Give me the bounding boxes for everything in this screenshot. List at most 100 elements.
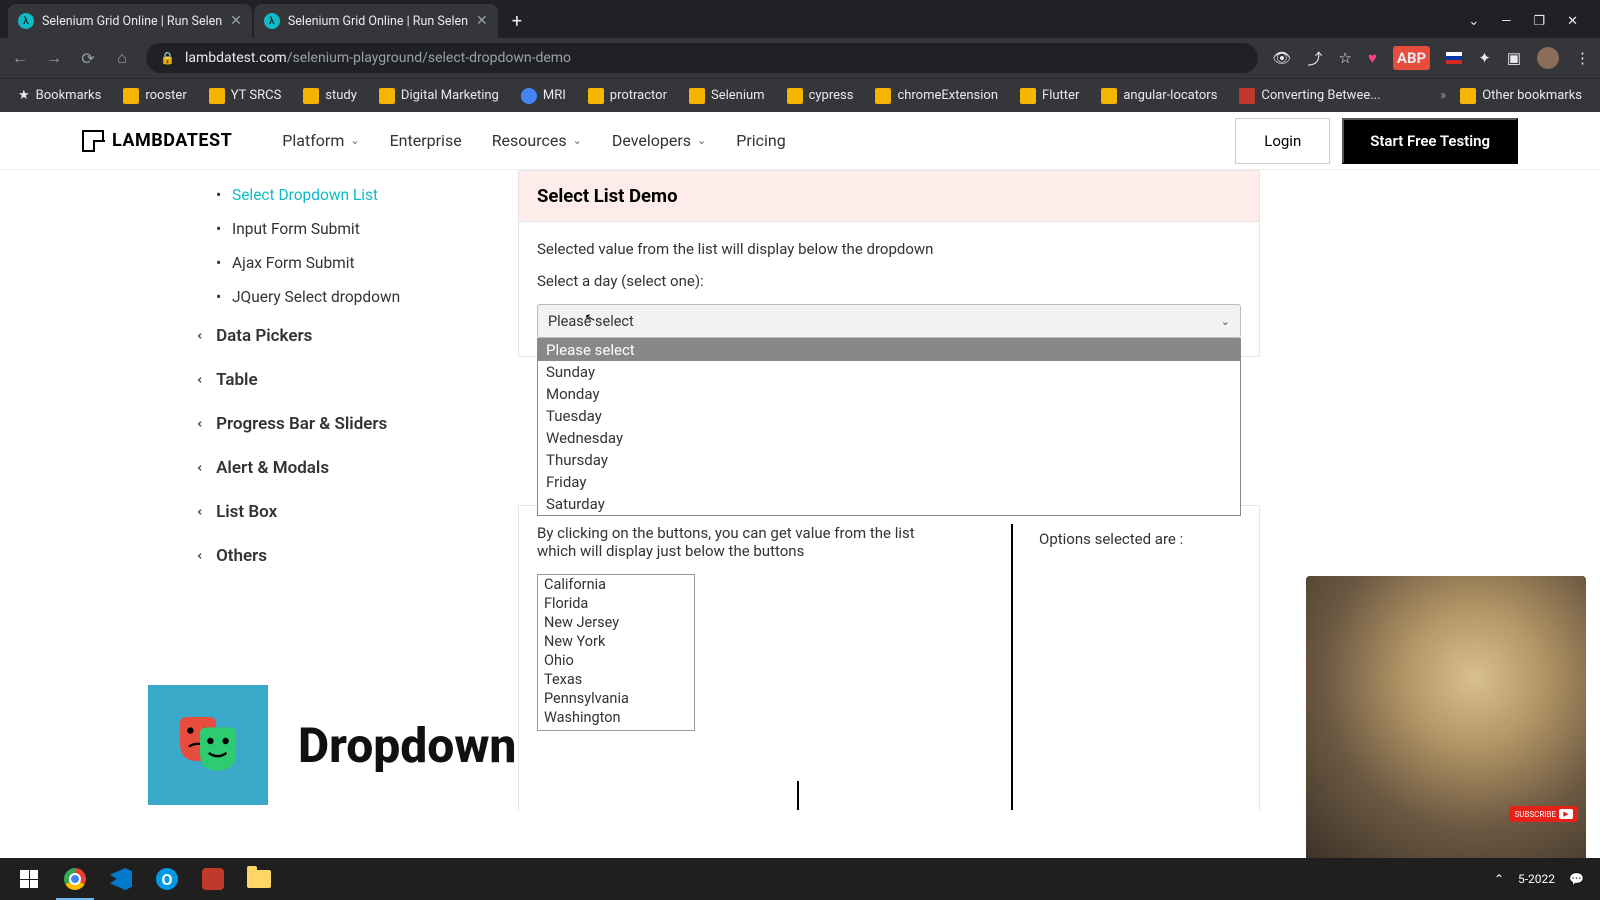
multi-select-card: By clicking on the buttons, you can get …	[518, 505, 1260, 810]
tab-bar: λ Selenium Grid Online | Run Selen ✕ λ S…	[0, 0, 1600, 38]
bookmark-digital-marketing[interactable]: Digital Marketing	[371, 84, 507, 108]
browser-tab-1[interactable]: λ Selenium Grid Online | Run Selen ✕	[8, 4, 252, 38]
text-cursor	[797, 781, 799, 810]
panel-icon[interactable]: ▣	[1507, 49, 1521, 67]
nav-pricing[interactable]: Pricing	[736, 131, 786, 150]
start-button[interactable]	[6, 858, 52, 900]
sidebar-section-alert[interactable]: ⌃Alert & Modals	[198, 446, 508, 490]
bookmark-ytsrcs[interactable]: YT SRCS	[201, 84, 290, 108]
start-free-testing-button[interactable]: Start Free Testing	[1342, 118, 1518, 164]
tab-favicon: λ	[264, 13, 280, 29]
chevron-right-icon: ⌃	[196, 419, 210, 429]
nav-developers[interactable]: Developers⌄	[612, 131, 706, 150]
main-panel: Select List Demo Selected value from the…	[518, 170, 1260, 810]
extensions-icon[interactable]: ✦	[1478, 49, 1491, 67]
bookmark-mri[interactable]: MRI	[513, 84, 574, 108]
taskbar-app-o[interactable]: O	[144, 858, 190, 900]
bookmark-bookmarks[interactable]: ★Bookmarks	[10, 84, 109, 107]
taskbar-camtasia[interactable]	[190, 858, 236, 900]
option-tuesday[interactable]: Tuesday	[538, 405, 1240, 427]
chevron-right-icon: ⌃	[196, 551, 210, 561]
tray-chevron-icon[interactable]: ⌃	[1494, 872, 1504, 886]
profile-avatar[interactable]	[1537, 47, 1559, 69]
multi-instruction-1: By clicking on the buttons, you can get …	[537, 524, 991, 542]
url-domain: lambdatest.com	[185, 50, 287, 66]
option-monday[interactable]: Monday	[538, 383, 1240, 405]
bookmark-selenium[interactable]: Selenium	[681, 84, 773, 108]
browser-tab-2[interactable]: λ Selenium Grid Online | Run Selen ✕	[254, 4, 498, 38]
taskbar-explorer[interactable]	[236, 858, 282, 900]
abp-icon[interactable]: ABP	[1393, 46, 1430, 70]
sidebar-item-input-form[interactable]: Input Form Submit	[198, 212, 508, 246]
overlay-title: Dropdown	[298, 717, 516, 774]
option-florida[interactable]: Florida	[538, 594, 694, 613]
sidebar-section-progress[interactable]: ⌃Progress Bar & Sliders	[198, 402, 508, 446]
option-ohio[interactable]: Ohio	[538, 651, 694, 670]
tab-favicon: λ	[18, 13, 34, 29]
new-tab-button[interactable]: +	[500, 11, 534, 32]
chevron-down-icon[interactable]: ⌄	[1468, 14, 1479, 29]
star-icon[interactable]: ☆	[1339, 49, 1352, 67]
reload-icon[interactable]: ⟳	[78, 49, 98, 68]
bookmark-angular-locators[interactable]: angular-locators	[1093, 84, 1225, 108]
bookmark-cypress[interactable]: cypress	[779, 84, 862, 108]
forward-icon[interactable]: →	[44, 48, 64, 68]
minimize-icon[interactable]: —	[1501, 14, 1511, 29]
sidebar-item-jquery-select[interactable]: JQuery Select dropdown	[198, 280, 508, 314]
sidebar-section-table[interactable]: ⌃Table	[198, 358, 508, 402]
option-friday[interactable]: Friday	[538, 471, 1240, 493]
flag-icon[interactable]	[1446, 52, 1462, 64]
option-wednesday[interactable]: Wednesday	[538, 427, 1240, 449]
nav-enterprise[interactable]: Enterprise	[390, 131, 462, 150]
day-select[interactable]: Please select ⌄	[537, 304, 1241, 338]
tray-notification-icon[interactable]: 💬	[1569, 872, 1584, 886]
nav-menu: Platform⌄ Enterprise Resources⌄ Develope…	[282, 131, 785, 150]
maximize-icon[interactable]: ❐	[1533, 14, 1545, 29]
option-texas[interactable]: Texas	[538, 670, 694, 689]
sidebar-section-listbox[interactable]: ⌃List Box	[198, 490, 508, 534]
address-bar[interactable]: 🔒 lambdatest.com/selenium-playground/sel…	[146, 43, 1258, 73]
bookmark-converting[interactable]: Converting Betwee...	[1231, 84, 1388, 108]
taskbar-vscode[interactable]	[98, 858, 144, 900]
option-washington[interactable]: Washington	[538, 708, 694, 727]
bookmark-chromeextension[interactable]: chromeExtension	[867, 84, 1006, 108]
option-california[interactable]: California	[538, 575, 694, 594]
heart-icon[interactable]: ♥	[1368, 49, 1377, 67]
option-pennsylvania[interactable]: Pennsylvania	[538, 689, 694, 708]
bookmarks-overflow-icon[interactable]: »	[1440, 88, 1446, 103]
close-icon[interactable]: ✕	[230, 13, 242, 29]
bookmark-protractor[interactable]: protractor	[580, 84, 675, 108]
chevron-right-icon: ⌃	[196, 463, 210, 473]
nav-resources[interactable]: Resources⌄	[492, 131, 582, 150]
state-multiselect[interactable]: California Florida New Jersey New York O…	[537, 574, 695, 731]
sidebar-item-select-dropdown[interactable]: Select Dropdown List	[198, 178, 508, 212]
option-newjersey[interactable]: New Jersey	[538, 613, 694, 632]
option-saturday[interactable]: Saturday	[538, 493, 1240, 515]
logo[interactable]: LAMBDATEST	[82, 130, 232, 152]
sidebar-section-data-pickers[interactable]: ⌃Data Pickers	[198, 314, 508, 358]
menu-icon[interactable]: ⋮	[1575, 49, 1590, 67]
eye-off-icon[interactable]: 👁	[1272, 49, 1291, 67]
close-icon[interactable]: ✕	[476, 13, 488, 29]
back-icon[interactable]: ←	[10, 48, 30, 68]
bookmark-flutter[interactable]: Flutter	[1012, 84, 1087, 108]
other-bookmarks[interactable]: Other bookmarks	[1452, 84, 1590, 108]
login-button[interactable]: Login	[1235, 118, 1330, 164]
option-newyork[interactable]: New York	[538, 632, 694, 651]
sidebar-item-ajax-form[interactable]: Ajax Form Submit	[198, 246, 508, 280]
chevron-right-icon: ⌃	[196, 375, 210, 385]
share-icon[interactable]: ⤴	[1308, 48, 1323, 69]
bookmark-rooster[interactable]: rooster	[115, 84, 194, 108]
webcam-overlay: SUBSCRIBE▶	[1306, 576, 1586, 866]
nav-platform[interactable]: Platform⌄	[282, 131, 359, 150]
taskbar-chrome[interactable]	[52, 858, 98, 900]
close-window-icon[interactable]: ✕	[1567, 14, 1578, 29]
option-thursday[interactable]: Thursday	[538, 449, 1240, 471]
option-please-select[interactable]: Please select	[538, 339, 1240, 361]
sidebar-section-others[interactable]: ⌃Others	[198, 534, 508, 578]
home-icon[interactable]: ⌂	[112, 48, 132, 68]
url-path: /selenium-playground/select-dropdown-dem…	[287, 50, 571, 66]
multi-instruction-2: which will display just below the button…	[537, 542, 991, 560]
bookmark-study[interactable]: study	[295, 84, 365, 108]
option-sunday[interactable]: Sunday	[538, 361, 1240, 383]
